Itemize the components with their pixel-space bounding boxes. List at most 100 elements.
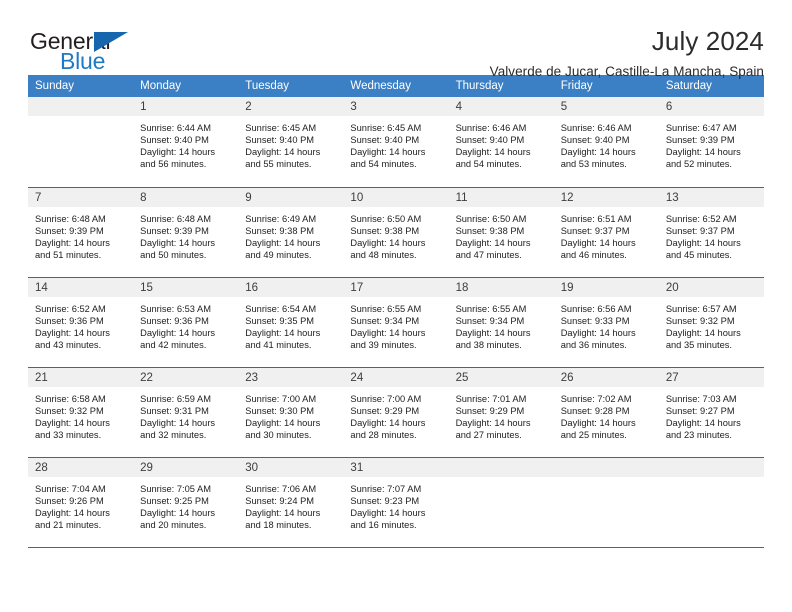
day-details: Sunrise: 6:48 AM Sunset: 9:39 PM Daylight:… [133,207,238,261]
sunrise-text: Sunrise: 6:45 AM [350,123,422,133]
daylight-text-line1: Daylight: 14 hours [665,327,741,338]
calendar-day-cell[interactable]: 20 Sunrise: 6:57 AM Sunset: 9:32 PM Dayligh… [658,276,764,367]
daylight-text-line2: and 43 minutes. [35,339,102,350]
sunset-text: Sunset: 9:37 PM [560,225,630,236]
calendar-day-cell[interactable]: 13 Sunrise: 6:52 AM Sunset: 9:37 PM Dayligh… [658,186,764,277]
daylight-text-line1: Daylight: 14 hours [35,237,110,248]
calendar-day-cell[interactable]: 15 Sunrise: 6:53 AM Sunset: 9:36 PM Dayligh… [133,276,239,367]
day-number [553,457,659,477]
calendar-day-cell[interactable]: 7 Sunrise: 6:48 AM Sunset: 9:39 PM Daylight… [28,186,134,277]
day-details: Sunrise: 6:53 AM Sunset: 9:36 PM Daylight:… [133,297,238,351]
sunset-text: Sunset: 9:23 PM [350,495,420,506]
day-details: Sunrise: 7:03 AM Sunset: 9:27 PM Daylight:… [659,387,764,441]
daylight-text-line1: Daylight: 14 hours [560,327,636,338]
calendar-day-cell[interactable]: 6 Sunrise: 6:47 AM Sunset: 9:39 PM Daylight… [658,97,764,187]
daylight-text-line2: and 36 minutes. [560,339,627,350]
sunset-text: Sunset: 9:40 PM [140,135,209,146]
day-number: 21 [28,367,134,387]
calendar-page: General Blue July 2024 Valverde de Jucar… [0,0,792,612]
calendar-day-cell[interactable]: 19 Sunrise: 6:56 AM Sunset: 9:33 PM Dayligh… [553,276,659,367]
sunrise-text: Sunrise: 6:44 AM [140,123,211,133]
sunrise-text: Sunrise: 6:59 AM [140,393,211,404]
calendar-day-cell[interactable]: 18 Sunrise: 6:55 AM Sunset: 9:34 PM Dayligh… [448,276,554,367]
day-details: Sunrise: 6:48 AM Sunset: 9:39 PM Daylight:… [28,207,133,261]
day-details: Sunrise: 7:02 AM Sunset: 9:28 PM Daylight:… [554,387,659,441]
daylight-text-line2: and 49 minutes. [245,249,312,260]
day-details: Sunrise: 6:57 AM Sunset: 9:32 PM Daylight:… [659,297,764,351]
daylight-text-line2: and 56 minutes. [140,159,207,170]
calendar-day-cell[interactable]: 29 Sunrise: 7:05 AM Sunset: 9:25 PM Dayligh… [133,456,239,547]
day-number: 7 [28,187,134,207]
day-details: Sunrise: 6:47 AM Sunset: 9:39 PM Daylight:… [659,116,764,170]
calendar-day-cell[interactable]: 12 Sunrise: 6:51 AM Sunset: 9:37 PM Dayligh… [553,186,659,277]
sunset-text: Sunset: 9:38 PM [455,225,525,236]
calendar-day-cell[interactable]: 11 Sunrise: 6:50 AM Sunset: 9:38 PM Dayligh… [448,186,554,277]
calendar-day-cell[interactable]: 3 Sunrise: 6:45 AM Sunset: 9:40 PM Daylight… [343,97,449,187]
calendar-day-cell[interactable]: 24 Sunrise: 7:00 AM Sunset: 9:29 PM Dayligh… [343,366,449,457]
sunrise-text: Sunrise: 6:48 AM [140,213,211,224]
day-number: 4 [448,97,554,116]
calendar-day-cell[interactable]: 2 Sunrise: 6:45 AM Sunset: 9:40 PM Daylight… [238,97,344,187]
daylight-text-line1: Daylight: 14 hours [350,327,426,338]
day-number: 20 [658,277,764,297]
day-details: Sunrise: 6:45 AM Sunset: 9:40 PM Daylight:… [343,116,448,170]
sunset-text: Sunset: 9:25 PM [140,495,209,506]
calendar-day-cell[interactable]: 8 Sunrise: 6:48 AM Sunset: 9:39 PM Daylight… [133,186,239,277]
calendar-day-cell[interactable]: 31 Sunrise: 7:07 AM Sunset: 9:23 PM Dayligh… [343,456,449,547]
daylight-text-line2: and 51 minutes. [35,249,102,260]
daylight-text-line1: Daylight: 14 hours [245,327,321,338]
day-number: 14 [28,277,134,297]
daylight-text-line2: and 39 minutes. [350,339,417,350]
calendar-day-cell[interactable]: 28 Sunrise: 7:04 AM Sunset: 9:26 PM Dayligh… [28,456,134,547]
sunset-text: Sunset: 9:39 PM [665,135,735,146]
calendar-day-cell[interactable]: 5 Sunrise: 6:46 AM Sunset: 9:40 PM Daylight… [553,97,659,187]
calendar-day-cell[interactable]: 16 Sunrise: 6:54 AM Sunset: 9:35 PM Dayligh… [238,276,344,367]
day-number: 23 [238,367,344,387]
day-details: Sunrise: 6:51 AM Sunset: 9:37 PM Daylight:… [554,207,659,261]
sunset-text: Sunset: 9:28 PM [560,405,630,416]
sunset-text: Sunset: 9:39 PM [140,225,209,236]
sunset-text: Sunset: 9:39 PM [35,225,104,236]
sunset-text: Sunset: 9:26 PM [35,495,104,506]
calendar-day-cell[interactable]: 14 Sunrise: 6:52 AM Sunset: 9:36 PM Dayligh… [28,276,134,367]
day-details: Sunrise: 7:04 AM Sunset: 9:26 PM Daylight:… [28,477,133,531]
daylight-text-line1: Daylight: 14 hours [35,417,110,428]
calendar-day-cell[interactable]: 23 Sunrise: 7:00 AM Sunset: 9:30 PM Dayligh… [238,366,344,457]
sunset-text: Sunset: 9:32 PM [665,315,735,326]
sunrise-text: Sunrise: 7:01 AM [455,393,527,404]
daylight-text-line1: Daylight: 14 hours [35,507,110,518]
sunset-text: Sunset: 9:36 PM [140,315,209,326]
calendar-bottom-rule [28,547,764,548]
day-details: Sunrise: 6:59 AM Sunset: 9:31 PM Daylight:… [133,387,238,441]
daylight-text-line2: and 47 minutes. [455,249,522,260]
daylight-text-line2: and 54 minutes. [350,159,417,170]
sunset-text: Sunset: 9:35 PM [245,315,315,326]
daylight-text-line2: and 21 minutes. [35,519,102,530]
day-number [448,457,554,477]
sunrise-sunset-calendar: Sunday Monday Tuesday Wednesday Thursday… [28,75,764,547]
calendar-day-cell[interactable]: 4 Sunrise: 6:46 AM Sunset: 9:40 PM Daylight… [448,97,554,187]
calendar-day-cell[interactable]: 17 Sunrise: 6:55 AM Sunset: 9:34 PM Dayligh… [343,276,449,367]
calendar-day-cell[interactable]: 27 Sunrise: 7:03 AM Sunset: 9:27 PM Dayligh… [658,366,764,457]
sunset-text: Sunset: 9:27 PM [665,405,735,416]
calendar-day-cell[interactable]: 21 Sunrise: 6:58 AM Sunset: 9:32 PM Dayligh… [28,366,134,457]
calendar-day-cell[interactable]: 25 Sunrise: 7:01 AM Sunset: 9:29 PM Dayligh… [448,366,554,457]
calendar-day-cell[interactable]: 10 Sunrise: 6:50 AM Sunset: 9:38 PM Dayligh… [343,186,449,277]
day-details: Sunrise: 6:55 AM Sunset: 9:34 PM Daylight:… [449,297,554,351]
calendar-day-cell[interactable]: 9 Sunrise: 6:49 AM Sunset: 9:38 PM Daylight… [238,186,344,277]
daylight-text-line1: Daylight: 14 hours [560,417,636,428]
day-number: 22 [133,367,239,387]
day-details: Sunrise: 6:54 AM Sunset: 9:35 PM Daylight:… [238,297,343,351]
general-blue-logo[interactable]: General Blue [28,28,158,80]
day-details: Sunrise: 7:01 AM Sunset: 9:29 PM Daylight:… [449,387,554,441]
day-number: 6 [658,97,764,116]
calendar-day-cell[interactable]: 30 Sunrise: 7:06 AM Sunset: 9:24 PM Dayligh… [238,456,344,547]
sunset-text: Sunset: 9:40 PM [245,135,315,146]
daylight-text-line1: Daylight: 14 hours [245,237,321,248]
calendar-day-cell[interactable]: 26 Sunrise: 7:02 AM Sunset: 9:28 PM Dayligh… [553,366,659,457]
calendar-day-cell[interactable]: 22 Sunrise: 6:59 AM Sunset: 9:31 PM Dayligh… [133,366,239,457]
sunrise-text: Sunrise: 7:00 AM [245,393,317,404]
calendar-day-cell[interactable]: 1 Sunrise: 6:44 AM Sunset: 9:40 PM Daylight… [133,97,239,187]
daylight-text-line1: Daylight: 14 hours [140,327,216,338]
page-header: General Blue July 2024 Valverde de Jucar… [28,0,764,79]
